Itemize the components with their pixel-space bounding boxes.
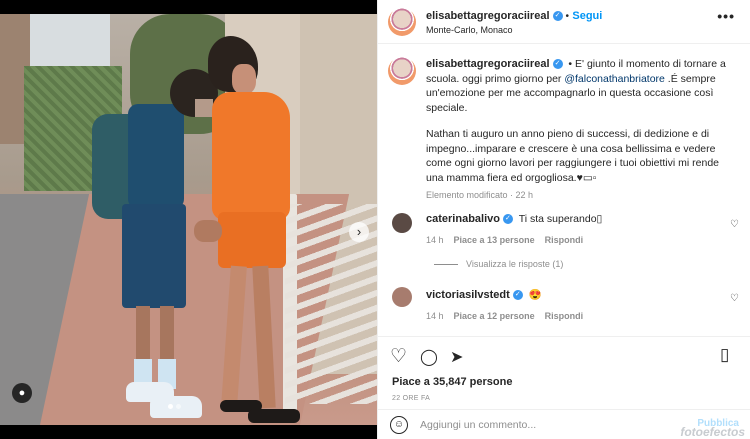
view-replies[interactable]: Visualizza le risposte (1) — [434, 259, 563, 269]
comment-likes[interactable]: Piace a 12 persone — [454, 311, 535, 321]
comment-icon[interactable]: ◯ — [420, 347, 438, 367]
verified-badge-icon: ✓ — [552, 59, 563, 70]
comment-time: 14 h — [426, 235, 444, 245]
caption-mention[interactable]: @falconathanbriatore — [564, 73, 665, 85]
comment-time: 14 h — [426, 311, 444, 321]
caption-paragraph-2: Nathan ti auguro un anno pieno di succes… — [426, 128, 719, 184]
comments-section: elisabettagregoraciireal ✓ • E' giunto il… — [378, 45, 750, 335]
photo-hands — [194, 220, 222, 242]
carousel-dot — [176, 404, 181, 409]
photo-woman-face — [232, 64, 256, 94]
photo-boy-shirt — [128, 104, 184, 209]
carousel-dot — [168, 404, 173, 409]
comment-like-heart-icon[interactable]: ♡ — [730, 293, 739, 304]
author-username[interactable]: elisabettagregoraciireal — [426, 10, 550, 22]
comment-likes[interactable]: Piace a 13 persone — [454, 235, 535, 245]
reply-button[interactable]: Rispondi — [545, 235, 584, 245]
replies-line — [434, 264, 458, 266]
photo-boy-leg — [136, 306, 150, 366]
separator-dot: • — [565, 11, 570, 22]
heart-icon[interactable]: ♡ — [390, 345, 407, 368]
photo-woman-shorts — [218, 212, 286, 268]
verified-badge-icon: ✓ — [502, 214, 513, 225]
caption-avatar[interactable] — [388, 57, 416, 85]
share-icon[interactable]: ➤ — [450, 347, 463, 367]
post-sidebar: elisabettagregoraciireal ✓ • Segui Monte-C… — [377, 0, 750, 439]
comment-meta: 14 h Piace a 12 persone Rispondi — [426, 311, 726, 321]
post-header: elisabettagregoraciireal ✓ • Segui Monte-C… — [378, 0, 750, 44]
comment-text: Ti sta superando▯ — [518, 213, 603, 225]
emoji-icon[interactable]: ☺ — [390, 416, 408, 434]
comment-meta: 14 h Piace a 13 persone Rispondi — [426, 235, 726, 245]
comment-item: victoriasilvstedt ✓ 😍 14 h Piace a 12 per… — [426, 288, 726, 321]
author-avatar[interactable] — [388, 8, 416, 36]
post-time: 22 ORE FA — [392, 395, 431, 402]
author-line: elisabettagregoraciireal ✓ • Segui — [426, 8, 602, 22]
comment-username[interactable]: caterinabalivo — [426, 213, 500, 225]
post-caption: elisabettagregoraciireal ✓ • E' giunto il… — [426, 57, 738, 203]
add-comment-bar: ☺ Pubblica fotoefectos — [378, 409, 750, 439]
commenter-avatar[interactable] — [392, 287, 412, 307]
photo-woman-top — [212, 92, 290, 220]
photo-woman-shoe — [248, 409, 300, 423]
post-location[interactable]: Monte-Carlo, Monaco — [426, 25, 513, 35]
comment-like-heart-icon[interactable]: ♡ — [730, 219, 739, 230]
comment-text: 😍 — [528, 289, 542, 301]
next-arrow-icon[interactable]: › — [349, 222, 369, 242]
comment-item: caterinabalivo ✓ Ti sta superando▯ 14 h P… — [426, 213, 726, 245]
verified-badge-icon: ✓ — [512, 290, 523, 301]
view-replies-label[interactable]: Visualizza le risposte (1) — [466, 259, 563, 269]
photo-boy-shorts — [122, 204, 186, 308]
more-options-icon[interactable]: ••• — [717, 8, 735, 24]
photo-boy-leg — [160, 306, 174, 366]
user-tag-icon[interactable]: ● — [12, 383, 32, 403]
comment-username[interactable]: victoriasilvstedt — [426, 289, 510, 301]
verified-badge-icon: ✓ — [552, 10, 563, 21]
caption-meta: Elemento modificato · 22 h — [426, 190, 534, 200]
commenter-avatar[interactable] — [392, 213, 412, 233]
bookmark-icon[interactable]: ▯ — [720, 345, 729, 365]
likes-count[interactable]: Piace a 35,847 persone — [392, 376, 512, 388]
post-media[interactable]: › ● — [0, 0, 377, 439]
reply-button[interactable]: Rispondi — [545, 311, 584, 321]
comment-input[interactable] — [420, 415, 660, 435]
watermark: fotoefectos — [680, 425, 745, 439]
caption-username[interactable]: elisabettagregoraciireal — [426, 58, 550, 70]
photo-face-blur — [195, 99, 213, 117]
carousel-dots — [168, 404, 181, 409]
post-actions: ♡ ◯ ➤ ▯ — [378, 336, 750, 374]
follow-button[interactable]: Segui — [572, 10, 602, 22]
post-photo: › ● — [0, 14, 377, 425]
